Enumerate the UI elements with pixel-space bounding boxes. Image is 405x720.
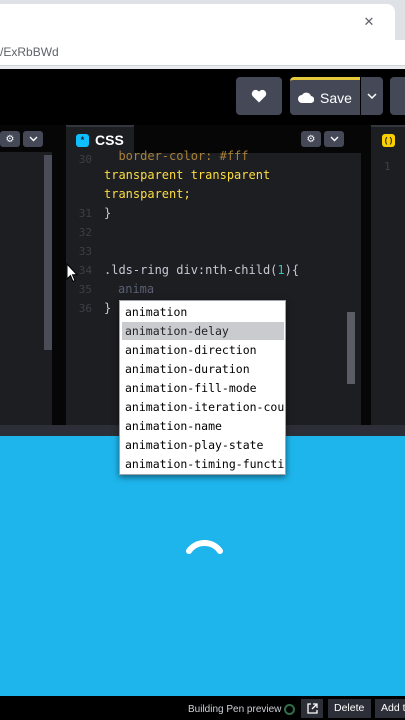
html-settings-button[interactable]: ⚙: [0, 131, 20, 147]
html-code-area[interactable]: [0, 152, 44, 420]
html-scrollbar[interactable]: [44, 155, 52, 350]
autocomplete-dropdown: animation animation-delay animation-dire…: [119, 300, 286, 475]
autocomplete-item[interactable]: animation-direction: [122, 341, 284, 359]
status-indicator-icon: [284, 704, 295, 715]
autocomplete-item-selected[interactable]: animation-delay: [122, 322, 284, 340]
line-number: 36: [78, 302, 92, 315]
like-button[interactable]: [236, 77, 282, 115]
autocomplete-item[interactable]: animation-fill-mode: [122, 379, 284, 397]
line-number: 30: [78, 153, 92, 166]
close-tab-icon[interactable]: ✕: [361, 14, 377, 30]
open-external-button[interactable]: [301, 699, 323, 718]
code-line: transparent;: [104, 187, 191, 201]
autocomplete-item[interactable]: animation-timing-function: [122, 455, 284, 473]
address-bar[interactable]: /ExRbBWd: [0, 40, 405, 66]
autocomplete-item[interactable]: animation: [122, 303, 284, 321]
js-badge-icon: ( ): [382, 134, 395, 147]
line-number: 32: [78, 226, 92, 239]
heart-icon: [251, 89, 267, 103]
save-options-button[interactable]: [361, 77, 383, 115]
chevron-down-icon: [330, 136, 338, 142]
html-collapse-button[interactable]: [23, 131, 43, 147]
css-title: CSS: [95, 132, 124, 148]
external-link-icon: [306, 703, 318, 714]
code-line: }: [104, 301, 112, 315]
line-number: 33: [78, 245, 92, 258]
more-button[interactable]: [390, 77, 405, 115]
code-line: border-color: #fff: [118, 149, 249, 163]
chevron-down-icon: [29, 136, 37, 142]
loading-spinner-arc: [186, 540, 223, 554]
autocomplete-item[interactable]: animation-play-state: [122, 436, 284, 454]
mouse-cursor-icon: [66, 263, 78, 283]
gear-icon: ⚙: [306, 133, 316, 145]
panel-resizer[interactable]: [52, 125, 66, 425]
browser-tab[interactable]: ✕: [0, 4, 395, 40]
delete-button[interactable]: Delete: [328, 699, 371, 718]
preview-pane: [0, 436, 405, 696]
save-button[interactable]: Save: [290, 77, 360, 115]
code-line: .lds-ring div:nth-child(1){: [104, 263, 300, 277]
chevron-down-icon: [367, 93, 377, 99]
preview-status-text: Building Pen preview: [188, 704, 282, 715]
code-line: transparent transparent: [104, 168, 271, 182]
panel-resizer[interactable]: [361, 125, 371, 425]
cloud-icon: [298, 92, 315, 103]
line-number: 31: [78, 207, 92, 220]
code-line-typing: anima: [118, 282, 155, 296]
css-scrollbar[interactable]: [347, 312, 355, 384]
url-text: /ExRbBWd: [0, 45, 59, 59]
autocomplete-item[interactable]: animation-name: [122, 417, 284, 435]
screen: ✕ /ExRbBWd Save ⚙ * CSS ⚙ 30 31 32 33 34…: [0, 0, 405, 720]
css-settings-button[interactable]: ⚙: [301, 131, 321, 147]
add-to-collection-button[interactable]: Add t: [375, 699, 405, 718]
save-label: Save: [320, 89, 352, 106]
line-number: 1: [384, 160, 391, 173]
css-collapse-button[interactable]: [324, 131, 344, 147]
autocomplete-item[interactable]: animation-duration: [122, 360, 284, 378]
autocomplete-item[interactable]: animation-iteration-count: [122, 398, 284, 416]
css-badge-icon: *: [76, 133, 89, 147]
gear-icon: ⚙: [5, 133, 15, 145]
code-line: }: [104, 206, 112, 220]
